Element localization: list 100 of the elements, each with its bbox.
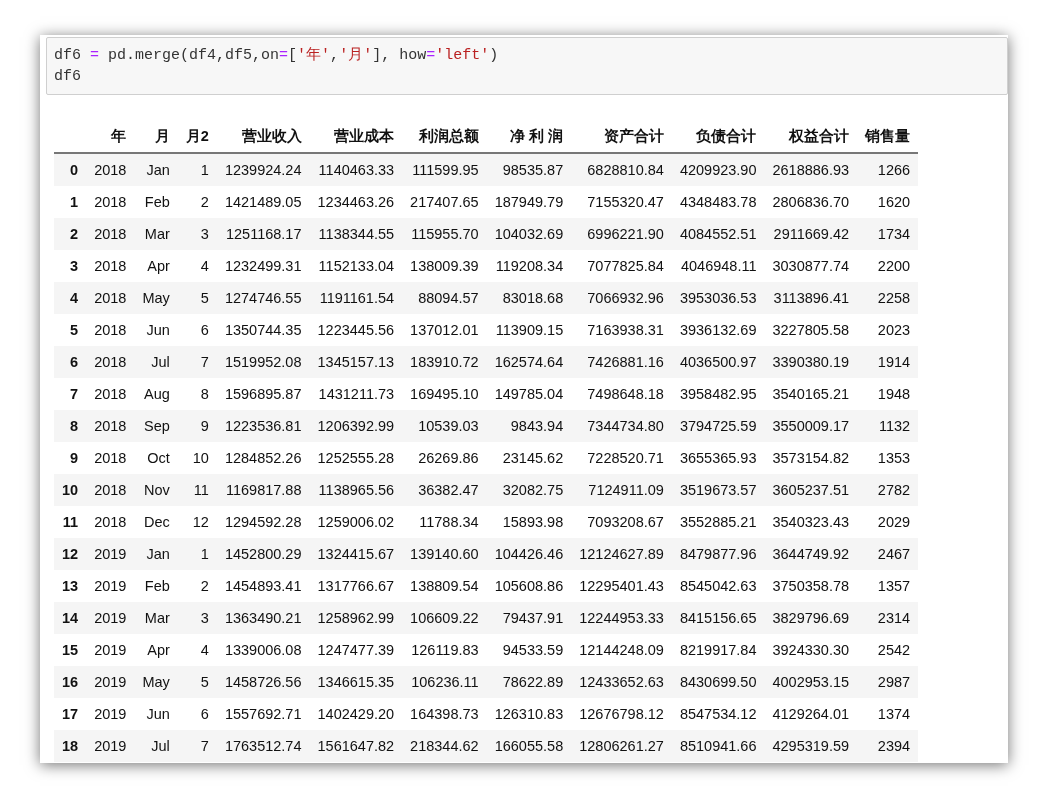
table-cell: 8219917.84 xyxy=(671,634,765,666)
table-cell: 1247477.39 xyxy=(309,634,403,666)
table-cell: 4 xyxy=(177,250,217,282)
table-cell: 4 xyxy=(177,634,217,666)
table-cell: 2019 xyxy=(86,730,135,762)
row-index: 16 xyxy=(54,666,87,698)
table-cell: 2018 xyxy=(86,282,135,314)
table-cell: 1234463.26 xyxy=(309,186,403,218)
row-index: 18 xyxy=(54,730,87,762)
table-cell: 8415156.65 xyxy=(671,602,765,634)
table-cell: 2258 xyxy=(857,282,919,314)
row-index: 4 xyxy=(54,282,87,314)
table-cell: 79437.91 xyxy=(486,602,572,634)
table-cell: 164398.73 xyxy=(402,698,487,730)
table-cell: 32082.75 xyxy=(486,474,572,506)
table-cell: 1206392.99 xyxy=(309,410,403,442)
row-index: 10 xyxy=(54,474,87,506)
table-cell: Sep xyxy=(134,410,178,442)
table-cell: 1339006.08 xyxy=(216,634,310,666)
row-index: 3 xyxy=(54,250,87,282)
table-cell: 1402429.20 xyxy=(309,698,403,730)
table-cell: 5 xyxy=(177,666,217,698)
table-cell: Jun xyxy=(134,698,178,730)
code-cell[interactable]: df6 = pd.merge(df4,df5,on=['年','月'], how='left') df6 xyxy=(46,37,1008,95)
table-cell: 3924330.30 xyxy=(764,634,858,666)
table-cell: Oct xyxy=(134,442,178,474)
table-cell: Mar xyxy=(134,602,178,634)
table-cell: 3519673.57 xyxy=(671,474,765,506)
table-cell: Jan xyxy=(134,153,178,186)
table-cell: 1357 xyxy=(857,570,919,602)
table-cell: May xyxy=(134,282,178,314)
table-cell: 6 xyxy=(177,314,217,346)
table-cell: 8510941.66 xyxy=(671,730,765,762)
table-cell: 3573154.82 xyxy=(764,442,858,474)
code-line: df6 = pd.merge(df4,df5,on=['年','月'], how='left') xyxy=(54,46,500,66)
table-cell: 12244953.33 xyxy=(571,602,672,634)
table-cell: 1152133.04 xyxy=(309,250,403,282)
table-cell: 1317766.67 xyxy=(309,570,403,602)
table-cell: 3227805.58 xyxy=(764,314,858,346)
table-cell: 2018 xyxy=(86,250,135,282)
table-cell: Feb xyxy=(134,570,178,602)
table-cell: 7093208.67 xyxy=(571,506,672,538)
table-cell: 126310.83 xyxy=(486,698,572,730)
row-index: 5 xyxy=(54,314,87,346)
table-cell: 9843.94 xyxy=(486,410,572,442)
table-cell: 8547534.12 xyxy=(671,698,765,730)
table-cell: 111599.95 xyxy=(402,153,487,186)
table-cell: 2 xyxy=(177,570,217,602)
table-cell: 4209923.90 xyxy=(671,153,765,186)
table-cell: 36382.47 xyxy=(402,474,487,506)
table-cell: 2018 xyxy=(86,314,135,346)
table-cell: 1266 xyxy=(857,153,919,186)
table-cell: 2782 xyxy=(857,474,919,506)
table-cell: 1239924.24 xyxy=(216,153,310,186)
table-cell: 169495.10 xyxy=(402,378,487,410)
table-cell: 12295401.43 xyxy=(571,570,672,602)
table-cell: Apr xyxy=(134,634,178,666)
table-cell: 4046948.11 xyxy=(671,250,765,282)
table-cell: 2018 xyxy=(86,378,135,410)
table-cell: 1363490.21 xyxy=(216,602,310,634)
table-cell: 7344734.80 xyxy=(571,410,672,442)
table-cell: 2018 xyxy=(86,153,135,186)
table-cell: 1252555.28 xyxy=(309,442,403,474)
table-cell: 1353 xyxy=(857,442,919,474)
table-cell: 106609.22 xyxy=(402,602,487,634)
row-index: 9 xyxy=(54,442,87,474)
table-cell: 6 xyxy=(177,698,217,730)
table-cell: 3030877.74 xyxy=(764,250,858,282)
table-cell: 139140.60 xyxy=(402,538,487,570)
table-cell: 1734 xyxy=(857,218,919,250)
table-cell: 115955.70 xyxy=(402,218,487,250)
row-index: 2 xyxy=(54,218,87,250)
row-index: 15 xyxy=(54,634,87,666)
table-cell: 2018 xyxy=(86,346,135,378)
table-cell: 7228520.71 xyxy=(571,442,672,474)
table-cell: 1620 xyxy=(857,186,919,218)
table-cell: 3605237.51 xyxy=(764,474,858,506)
table-cell: 1138344.55 xyxy=(309,218,403,250)
table-cell: 2911669.42 xyxy=(764,218,858,250)
table-cell: 4084552.51 xyxy=(671,218,765,250)
table-cell: 1452800.29 xyxy=(216,538,310,570)
table-cell: 23145.62 xyxy=(486,442,572,474)
table-cell: 3113896.41 xyxy=(764,282,858,314)
table-cell: 2018 xyxy=(86,186,135,218)
table-cell: 1431211.73 xyxy=(309,378,403,410)
table-cell: 2019 xyxy=(86,634,135,666)
table-cell: 1191161.54 xyxy=(309,282,403,314)
table-cell: 7 xyxy=(177,346,217,378)
table-cell: 3644749.92 xyxy=(764,538,858,570)
table-cell: 7124911.09 xyxy=(571,474,672,506)
table-cell: 113909.15 xyxy=(486,314,572,346)
table-cell: 8545042.63 xyxy=(671,570,765,602)
table-cell: 104426.46 xyxy=(486,538,572,570)
table-cell: 11788.34 xyxy=(402,506,487,538)
table-cell: 1346615.35 xyxy=(309,666,403,698)
table-cell: 83018.68 xyxy=(486,282,572,314)
table-cell: 1223445.56 xyxy=(309,314,403,346)
table-cell: 105608.86 xyxy=(486,570,572,602)
table-cell: 9 xyxy=(177,410,217,442)
table-cell: 2 xyxy=(177,186,217,218)
